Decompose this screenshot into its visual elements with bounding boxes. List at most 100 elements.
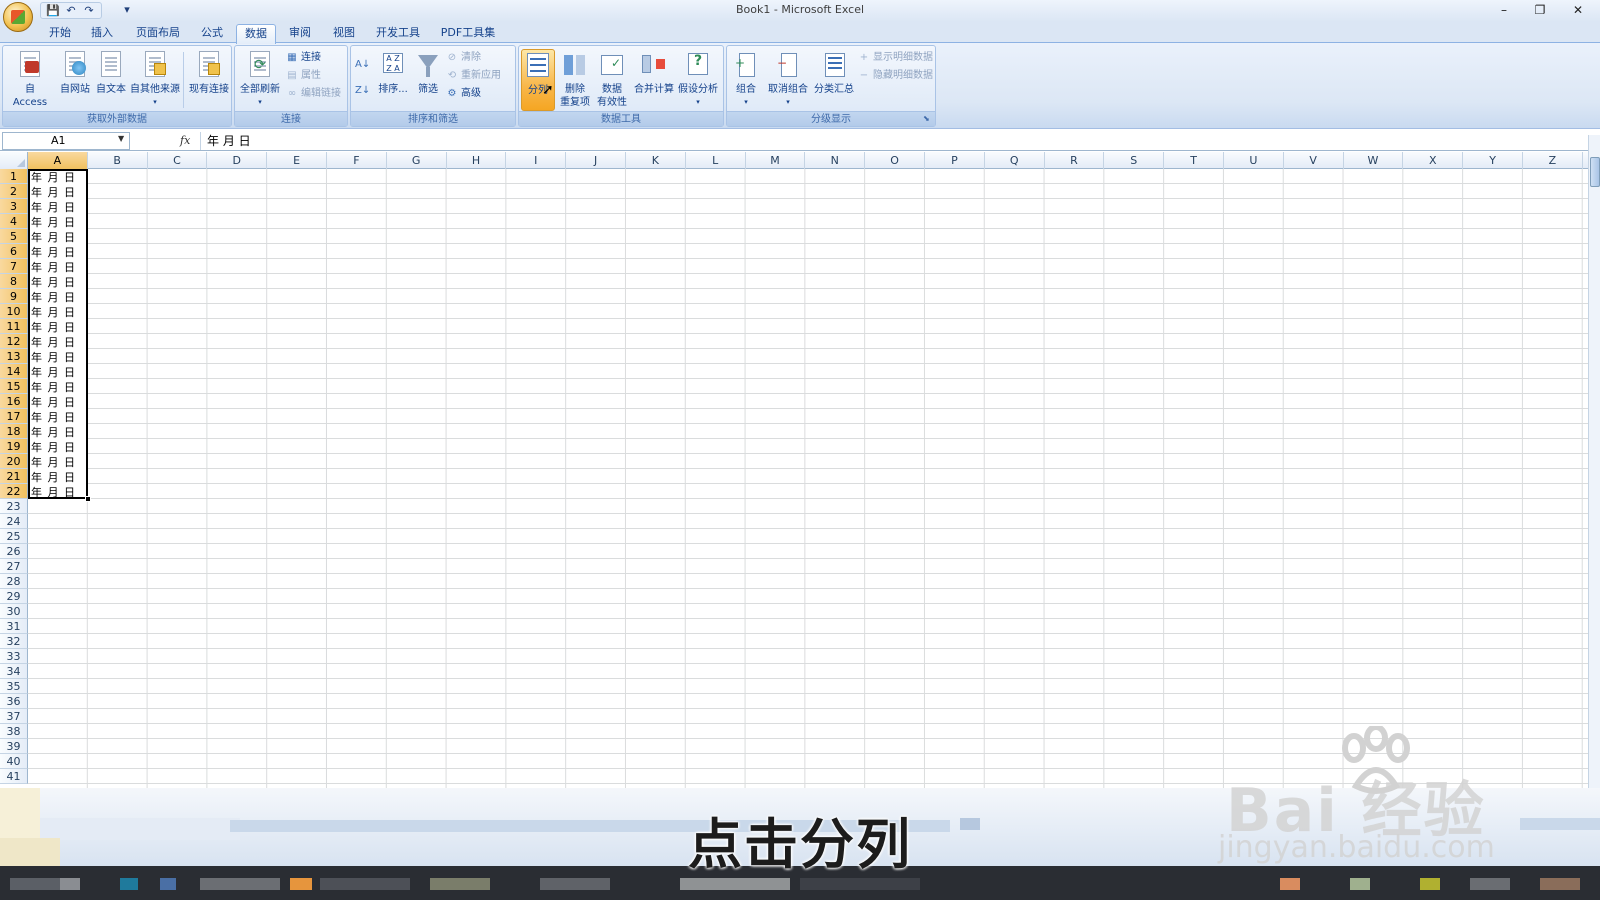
reapply-button[interactable]: ⟲ 重新应用: [445, 67, 501, 84]
cell-a4[interactable]: 年 月 日: [28, 215, 87, 229]
subtotal-button[interactable]: 分类汇总: [811, 49, 857, 96]
cell-a18[interactable]: 年 月 日: [28, 425, 87, 439]
cell-a6[interactable]: 年 月 日: [28, 245, 87, 259]
cell-a5[interactable]: 年 月 日: [28, 230, 87, 244]
cell-a1[interactable]: 年 月 日: [28, 170, 87, 184]
row-header-29[interactable]: 29: [0, 589, 28, 604]
cell-a21[interactable]: 年 月 日: [28, 470, 87, 484]
from-access-button[interactable]: 自 Access: [7, 49, 53, 109]
worksheet-grid[interactable]: ABCDEFGHIJKLMNOPQRSTUVWXYZ 1 2 3 4 5 6 7 8 9 10 11…: [0, 152, 1588, 788]
tab-formulas[interactable]: 公式: [196, 24, 228, 44]
row-header-36[interactable]: 36: [0, 694, 28, 709]
name-box-dropdown-icon[interactable]: ▼: [118, 134, 124, 143]
minimize-button[interactable]: –: [1486, 0, 1522, 20]
row-header-41[interactable]: 41: [0, 769, 28, 784]
vertical-scrollbar[interactable]: [1588, 135, 1600, 788]
vertical-scroll-thumb[interactable]: [1590, 157, 1600, 187]
column-header-n[interactable]: N: [805, 152, 866, 169]
column-header-u[interactable]: U: [1224, 152, 1284, 169]
tab-insert[interactable]: 插入: [86, 24, 118, 44]
column-header-l[interactable]: L: [686, 152, 746, 169]
dialog-launcher-icon[interactable]: ⬊: [923, 114, 933, 124]
column-header-i[interactable]: I: [506, 152, 567, 169]
what-if-analysis-button[interactable]: ? 假设分析 ▾: [675, 49, 721, 109]
row-header-30[interactable]: 30: [0, 604, 28, 619]
row-header-32[interactable]: 32: [0, 634, 28, 649]
column-header-r[interactable]: R: [1045, 152, 1105, 169]
cell-a2[interactable]: 年 月 日: [28, 185, 87, 199]
row-header-14[interactable]: 14: [0, 364, 28, 379]
column-header-w[interactable]: W: [1344, 152, 1404, 169]
column-header-s[interactable]: S: [1104, 152, 1165, 169]
cell-a16[interactable]: 年 月 日: [28, 395, 87, 409]
column-header-b[interactable]: B: [88, 152, 148, 169]
column-header-v[interactable]: V: [1284, 152, 1344, 169]
cell-a15[interactable]: 年 月 日: [28, 380, 87, 394]
data-validation-button[interactable]: ✓ 数据 有效性: [593, 49, 631, 109]
column-header-d[interactable]: D: [207, 152, 268, 169]
row-header-4[interactable]: 4: [0, 214, 28, 229]
row-header-5[interactable]: 5: [0, 229, 28, 244]
row-header-15[interactable]: 15: [0, 379, 28, 394]
row-header-16[interactable]: 16: [0, 394, 28, 409]
sort-ascending-button[interactable]: A↓: [355, 56, 371, 73]
column-header-o[interactable]: O: [865, 152, 925, 169]
cell-grid[interactable]: [28, 169, 1588, 788]
from-web-button[interactable]: 自网站: [55, 49, 95, 96]
column-header-j[interactable]: J: [566, 152, 626, 169]
cell-a9[interactable]: 年 月 日: [28, 290, 87, 304]
hide-detail-button[interactable]: − 隐藏明细数据: [857, 67, 933, 84]
column-header-a[interactable]: A: [28, 152, 88, 169]
consolidate-button[interactable]: 合并计算: [631, 49, 677, 96]
column-header-c[interactable]: C: [148, 152, 208, 169]
cell-a3[interactable]: 年 月 日: [28, 200, 87, 214]
row-header-27[interactable]: 27: [0, 559, 28, 574]
formula-input[interactable]: 年 月 日: [200, 132, 1588, 150]
column-header-g[interactable]: G: [387, 152, 447, 169]
from-other-sources-button[interactable]: 自其他来源 ▾: [127, 49, 183, 109]
office-button[interactable]: [3, 2, 33, 32]
connections-button[interactable]: ▦ 连接: [285, 49, 321, 66]
row-header-23[interactable]: 23: [0, 499, 28, 514]
row-header-40[interactable]: 40: [0, 754, 28, 769]
row-header-8[interactable]: 8: [0, 274, 28, 289]
existing-connections-button[interactable]: 现有连接: [187, 49, 231, 96]
row-header-33[interactable]: 33: [0, 649, 28, 664]
row-header-26[interactable]: 26: [0, 544, 28, 559]
row-header-28[interactable]: 28: [0, 574, 28, 589]
row-header-3[interactable]: 3: [0, 199, 28, 214]
cell-a22[interactable]: 年 月 日: [28, 485, 87, 499]
row-header-11[interactable]: 11: [0, 319, 28, 334]
cell-a19[interactable]: 年 月 日: [28, 440, 87, 454]
tab-review[interactable]: 审阅: [284, 24, 316, 44]
from-text-button[interactable]: 自文本: [93, 49, 129, 96]
cell-a10[interactable]: 年 月 日: [28, 305, 87, 319]
edit-links-button[interactable]: ∞ 编辑链接: [285, 85, 341, 102]
cell-a8[interactable]: 年 月 日: [28, 275, 87, 289]
column-header-k[interactable]: K: [626, 152, 686, 169]
remove-duplicates-button[interactable]: 删除 重复项: [557, 49, 593, 109]
row-header-9[interactable]: 9: [0, 289, 28, 304]
row-header-39[interactable]: 39: [0, 739, 28, 754]
tab-view[interactable]: 视图: [328, 24, 360, 44]
cell-a14[interactable]: 年 月 日: [28, 365, 87, 379]
row-header-18[interactable]: 18: [0, 424, 28, 439]
group-button[interactable]: + 组合 ▾: [729, 49, 763, 109]
tab-home[interactable]: 开始: [44, 24, 76, 44]
cell-a17[interactable]: 年 月 日: [28, 410, 87, 424]
column-header-z[interactable]: Z: [1523, 152, 1583, 169]
row-header-17[interactable]: 17: [0, 409, 28, 424]
select-all-button[interactable]: [0, 152, 28, 169]
cell-a7[interactable]: 年 月 日: [28, 260, 87, 274]
row-header-13[interactable]: 13: [0, 349, 28, 364]
row-header-35[interactable]: 35: [0, 679, 28, 694]
row-header-10[interactable]: 10: [0, 304, 28, 319]
row-header-7[interactable]: 7: [0, 259, 28, 274]
properties-button[interactable]: ▤ 属性: [285, 67, 321, 84]
column-header-h[interactable]: H: [447, 152, 507, 169]
column-header-x[interactable]: X: [1403, 152, 1464, 169]
column-header-p[interactable]: P: [925, 152, 985, 169]
cell-a20[interactable]: 年 月 日: [28, 455, 87, 469]
ungroup-button[interactable]: − 取消组合 ▾: [765, 49, 811, 109]
column-header-e[interactable]: E: [267, 152, 327, 169]
